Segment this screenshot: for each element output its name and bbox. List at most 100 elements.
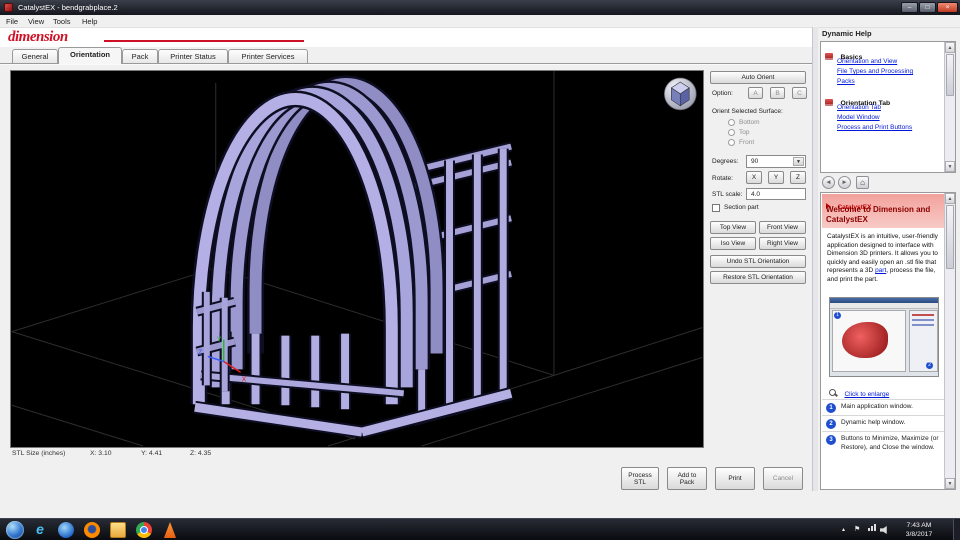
ie-icon[interactable]: e [32, 522, 48, 538]
chrome-icon[interactable] [136, 522, 152, 538]
restore-orientation-button[interactable]: Restore STL Orientation [710, 271, 806, 284]
book-icon [825, 53, 833, 60]
scroll-thumb[interactable] [946, 54, 954, 96]
part-link[interactable]: part [875, 267, 886, 274]
taskbar-clock[interactable]: 7:43 AM 3/8/2017 [893, 521, 945, 539]
help-forward-icon[interactable]: ► [838, 176, 851, 189]
menu-file[interactable]: File [6, 17, 18, 26]
help-back-icon[interactable]: ◄ [822, 176, 835, 189]
click-to-enlarge-link[interactable]: Click to enlarge [844, 391, 889, 398]
show-desktop-button[interactable] [953, 519, 960, 540]
y-axis-label: Y [217, 337, 222, 344]
option-a-button[interactable]: A [748, 87, 763, 99]
topics-scrollbar[interactable]: ▲ ▼ [944, 42, 955, 172]
degrees-label: Degrees: [712, 158, 739, 165]
help-link-orientation-tab[interactable]: Orientation Tab [837, 104, 881, 111]
window-title: CatalystEX - bendgrabplace.2 [18, 3, 118, 12]
step-1-text: Main application window. [841, 403, 913, 410]
add-to-pack-button[interactable]: Add to Pack [667, 467, 707, 490]
help-link-model-window[interactable]: Model Window [837, 114, 880, 121]
degrees-select[interactable]: 90 ▼ [746, 155, 806, 168]
auto-orient-button[interactable]: Auto Orient [710, 71, 806, 84]
close-button[interactable]: × [937, 2, 958, 13]
help-link-packs[interactable]: Packs [837, 78, 855, 85]
scroll-thumb[interactable] [946, 205, 954, 269]
rotate-y-button[interactable]: Y [768, 171, 784, 184]
thumb-callout-1: 1 [834, 312, 841, 319]
panel-splitter[interactable] [812, 27, 818, 491]
brand-bar: dimension [0, 28, 818, 47]
stl-size-z: Z: 4.35 [190, 450, 212, 457]
scroll-up-icon[interactable]: ▲ [945, 193, 955, 204]
tab-general[interactable]: General [12, 49, 58, 64]
iso-view-button[interactable]: Iso View [710, 237, 756, 250]
menu-tools[interactable]: Tools [53, 17, 71, 26]
z-axis-label: Z [198, 349, 203, 356]
help-screenshot-thumbnail[interactable]: 1 2 [829, 297, 939, 377]
firefox-icon[interactable] [84, 522, 100, 538]
step-3-badge: 3 [826, 435, 836, 445]
dynamic-help-title: Dynamic Help [822, 29, 872, 38]
process-stl-button[interactable]: Process STL [621, 467, 659, 490]
minimize-button[interactable]: – [901, 2, 918, 13]
tab-orientation[interactable]: Orientation [58, 47, 122, 64]
app-icon[interactable] [4, 3, 13, 12]
scroll-up-icon[interactable]: ▲ [945, 42, 955, 53]
help-link-process-print[interactable]: Process and Print Buttons [837, 124, 912, 131]
folder-icon[interactable] [110, 522, 126, 538]
step-3-text: Buttons to Minimize, Maximize (or Restor… [841, 435, 939, 451]
menu-view[interactable]: View [28, 17, 44, 26]
maximize-button[interactable]: □ [919, 2, 936, 13]
right-view-button[interactable]: Right View [759, 237, 806, 250]
radio-front[interactable] [728, 139, 735, 146]
stl-scale-input[interactable]: 4.0 [746, 188, 806, 200]
welcome-header: CatalystEX Welcome to Dimension and Cata… [822, 194, 944, 228]
help-link-file-types[interactable]: File Types and Processing [837, 68, 913, 75]
start-button[interactable] [6, 521, 24, 539]
orientation-cube[interactable] [663, 77, 697, 111]
degrees-value: 90 [751, 158, 759, 165]
thumb-toolbar [830, 303, 938, 309]
action-center-flag-icon[interactable]: ⚑ [854, 525, 860, 533]
rotate-label: Rotate: [712, 175, 733, 182]
scroll-down-icon[interactable]: ▼ [945, 478, 955, 489]
chevron-down-icon[interactable]: ▼ [793, 157, 804, 166]
tray-expand-icon[interactable]: ▴ [842, 526, 845, 533]
logo-underline [104, 40, 304, 42]
welcome-heading: Welcome to Dimension and CatalystEX [826, 205, 931, 224]
menu-help[interactable]: Help [82, 17, 97, 26]
rotate-x-button[interactable]: X [746, 171, 762, 184]
rotate-z-button[interactable]: Z [790, 171, 806, 184]
top-view-button[interactable]: Top View [710, 221, 756, 234]
tab-printer-services[interactable]: Printer Services [228, 49, 308, 64]
radio-top[interactable] [728, 129, 735, 136]
tab-printer-status[interactable]: Printer Status [158, 49, 228, 64]
option-b-button[interactable]: B [770, 87, 785, 99]
help-step-3: 3 Buttons to Minimize, Maximize (or Rest… [822, 431, 944, 467]
thumb-line [912, 314, 934, 316]
step-1-badge: 1 [826, 403, 836, 413]
section-part-checkbox[interactable] [712, 204, 720, 212]
help-home-icon[interactable]: ⌂ [856, 176, 869, 189]
help-content-box: CatalystEX Welcome to Dimension and Cata… [820, 192, 956, 490]
undo-orientation-button[interactable]: Undo STL Orientation [710, 255, 806, 268]
volume-icon[interactable] [880, 526, 887, 534]
front-view-button[interactable]: Front View [759, 221, 806, 234]
scroll-down-icon[interactable]: ▼ [945, 161, 955, 172]
help-content-scrollbar[interactable]: ▲ ▼ [944, 193, 955, 489]
radio-top-label: Top [739, 129, 750, 136]
model-viewport[interactable]: Y X Z [10, 70, 704, 448]
vlc-icon[interactable] [163, 522, 177, 538]
print-button[interactable]: Print [715, 467, 755, 490]
radio-bottom[interactable] [728, 119, 735, 126]
welcome-body: CatalystEX is an intuitive, user-friendl… [827, 233, 938, 283]
magnifier-icon [829, 389, 837, 398]
section-part-label: Section part [724, 204, 759, 211]
help-link-orientation-and-view[interactable]: Orientation and View [837, 58, 897, 65]
tab-pack[interactable]: Pack [122, 49, 158, 64]
media-player-icon[interactable] [58, 522, 74, 538]
option-c-button[interactable]: C [792, 87, 807, 99]
cancel-button[interactable]: Cancel [763, 467, 803, 490]
thumb-callout-2: 2 [926, 362, 933, 369]
clock-time: 7:43 AM [906, 522, 932, 529]
